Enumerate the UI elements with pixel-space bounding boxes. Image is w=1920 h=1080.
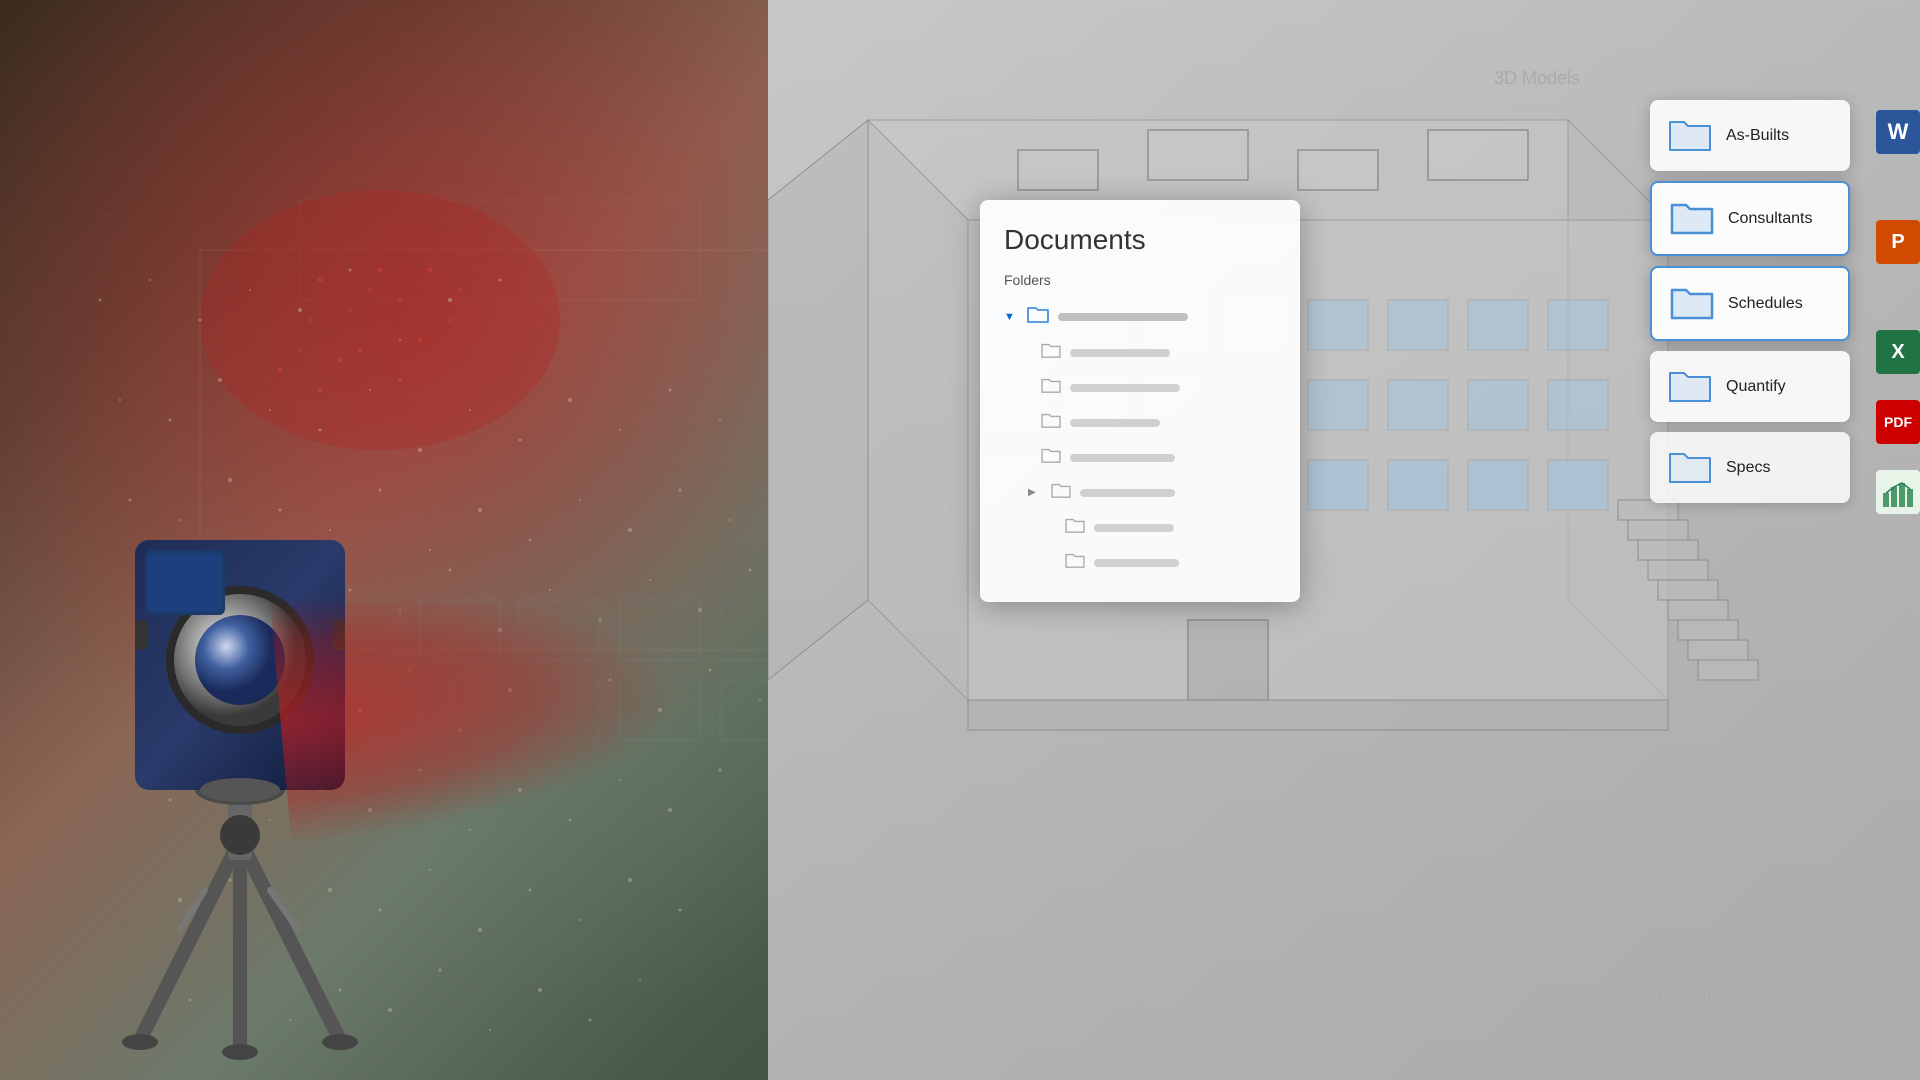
chart-icon-card[interactable] (1876, 470, 1920, 514)
folder-bar-4 (1070, 454, 1175, 462)
documents-panel: Documents Folders ▼ (980, 200, 1300, 602)
as-builts-card[interactable]: As-Builts (1650, 100, 1850, 171)
ppt-icon: P (1876, 220, 1920, 264)
folder-item-4[interactable] (1004, 442, 1276, 473)
word-icon: W (1876, 110, 1920, 154)
folder-arrow-root: ▼ (1004, 311, 1018, 323)
word-icon-card[interactable]: W (1876, 110, 1920, 154)
quantify-folder-icon (1668, 365, 1712, 408)
specs-card[interactable]: Specs (1650, 432, 1850, 503)
folder-bar-3 (1070, 419, 1160, 427)
as-builts-label: As-Builts (1726, 127, 1789, 145)
folder-item-5[interactable]: ▶ (1004, 477, 1276, 508)
folder-arrow-5: ▶ (1028, 487, 1042, 498)
ppt-icon-card[interactable]: P (1876, 220, 1920, 264)
excel-icon-card[interactable]: X (1876, 330, 1920, 374)
folder-bar-5 (1080, 489, 1175, 497)
consultants-folder-icon (1670, 197, 1714, 240)
folder-icon-1 (1040, 341, 1062, 364)
schedules-label: Schedules (1728, 295, 1803, 313)
chart-icon (1876, 470, 1920, 514)
folder-bar-2 (1070, 384, 1180, 392)
folder-tree: ▼ (1004, 300, 1276, 578)
folder-icon-7 (1064, 551, 1086, 574)
folder-item-7[interactable] (1004, 547, 1276, 578)
3d-models-label: 3D Models (1494, 68, 1580, 89)
schedules-card[interactable]: Schedules (1650, 266, 1850, 341)
pdf-icon: PDF (1876, 400, 1920, 444)
specs-label: Specs (1726, 459, 1770, 477)
folder-bar-root (1058, 313, 1188, 321)
consultants-label: Consultants (1728, 210, 1813, 228)
folder-icon-6 (1064, 516, 1086, 539)
folder-icon-4 (1040, 446, 1062, 469)
quantify-card[interactable]: Quantify (1650, 351, 1850, 422)
scanner-svg (80, 460, 400, 1060)
scanner-device (80, 400, 400, 1080)
folder-icon-root (1026, 304, 1050, 329)
documents-title: Documents (1004, 224, 1276, 256)
folder-bar-6 (1094, 524, 1174, 532)
excel-icon: X (1876, 330, 1920, 374)
as-builts-folder-icon (1668, 114, 1712, 157)
folder-item-1[interactable] (1004, 337, 1276, 368)
folder-item-6[interactable] (1004, 512, 1276, 543)
schedules-folder-icon (1670, 282, 1714, 325)
folder-bar-7 (1094, 559, 1179, 567)
consultants-card[interactable]: Consultants (1650, 181, 1850, 256)
folder-icon-2 (1040, 376, 1062, 399)
folder-item-root[interactable]: ▼ (1004, 300, 1276, 333)
pdf-icon-card[interactable]: PDF (1876, 400, 1920, 444)
folders-label: Folders (1004, 272, 1276, 288)
specs-folder-icon (1668, 446, 1712, 489)
folder-item-3[interactable] (1004, 407, 1276, 438)
quantify-label: Quantify (1726, 378, 1786, 396)
folder-item-2[interactable] (1004, 372, 1276, 403)
folder-icon-5 (1050, 481, 1072, 504)
folder-icon-3 (1040, 411, 1062, 434)
cards-container: As-Builts W Consultants P Schedules X PD… (1650, 100, 1850, 503)
submittals-label: Submittals (1636, 989, 1720, 1010)
folder-bar-1 (1070, 349, 1170, 357)
